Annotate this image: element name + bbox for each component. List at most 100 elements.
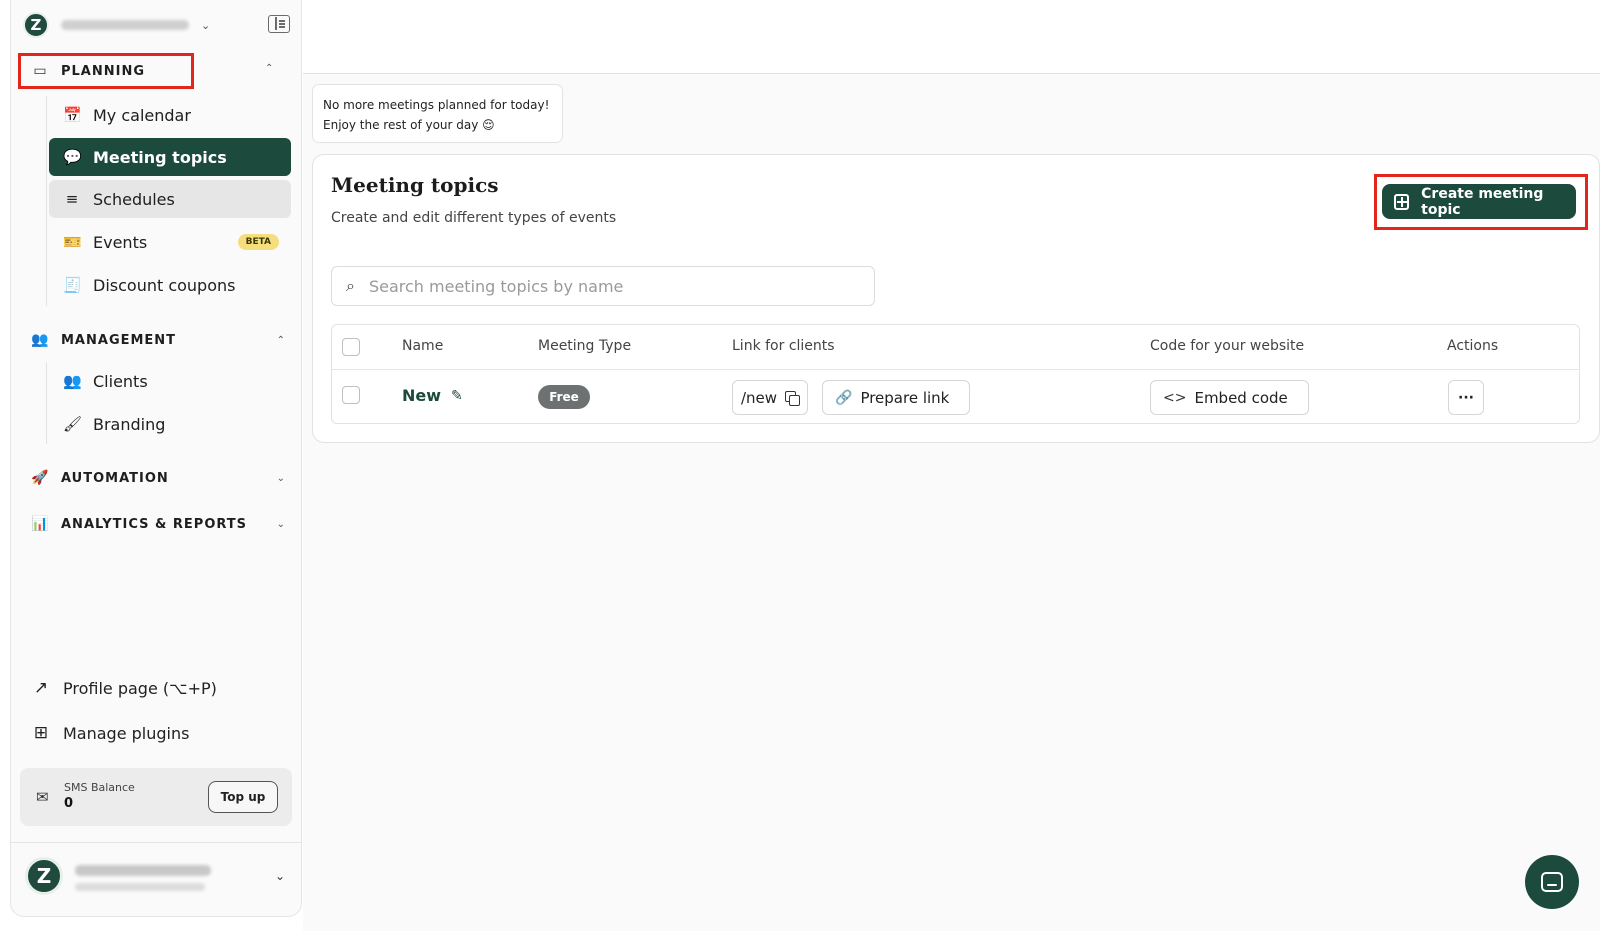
select-all-checkbox[interactable] [342, 338, 360, 356]
section-analytics-reports[interactable]: 📊 ANALYTICS & REPORTS ⌄ [21, 509, 293, 539]
chat-support-button[interactable] [1525, 855, 1579, 909]
top-bar [303, 0, 1600, 74]
manage-plugins-label: Manage plugins [63, 723, 190, 743]
coupon-icon: 🧾 [63, 276, 82, 294]
sidebar-item-meeting-topics[interactable]: 💬 Meeting topics [49, 138, 291, 176]
code-icon: <> [1163, 389, 1187, 406]
create-meeting-topic-button[interactable]: Create meeting topic [1382, 184, 1576, 219]
more-actions-button[interactable]: ··· [1448, 380, 1484, 415]
envelope-icon: ✉ [36, 788, 49, 806]
embed-code-label: Embed code [1194, 388, 1288, 407]
top-up-button[interactable]: Top up [208, 781, 278, 813]
calendar-icon: 📅 [63, 106, 82, 124]
sidebar-item-events[interactable]: 🎫 Events BETA [49, 223, 291, 261]
sms-balance-card: ✉ SMS Balance 0 Top up [20, 768, 292, 826]
section-planning-label: PLANNING [61, 63, 146, 79]
rocket-icon: 🚀 [31, 470, 49, 486]
chevron-down-icon: ⌄ [276, 472, 285, 484]
user-name-redacted [75, 865, 211, 876]
section-automation[interactable]: 🚀 AUTOMATION ⌄ [21, 463, 293, 493]
sidebar-item-branding[interactable]: 🖌 Branding [49, 405, 291, 443]
chevron-down-icon: ⌄ [274, 869, 285, 883]
toast-line-1: No more meetings planned for today! [323, 98, 550, 112]
list-icon: ≡ [65, 190, 79, 208]
chevron-down-icon: ⌄ [276, 518, 285, 530]
nav-tree-line [46, 362, 47, 444]
row-checkbox[interactable] [342, 386, 360, 404]
section-automation-label: AUTOMATION [61, 470, 169, 486]
chevron-up-icon[interactable]: ⌃ [265, 63, 273, 74]
sidebar-item-schedules[interactable]: ≡ Schedules [49, 180, 291, 218]
users-icon: 👥 [31, 332, 49, 348]
link-icon: 🔗 [835, 389, 853, 406]
copy-icon [785, 390, 801, 406]
meeting-topic-name-link[interactable]: New ✎ [402, 386, 463, 405]
sms-balance-title: SMS Balance [64, 781, 135, 794]
sidebar-toggle-icon[interactable] [268, 15, 290, 33]
meeting-type-badge: Free [538, 385, 590, 409]
column-header-link: Link for clients [732, 338, 835, 354]
toast-line-2: Enjoy the rest of your day 😌 [323, 118, 495, 132]
copy-link-button[interactable]: /new [732, 380, 809, 415]
embed-code-button[interactable]: <> Embed code [1150, 380, 1309, 415]
sms-balance-value: 0 [64, 796, 74, 811]
calendar-icon: ▭ [33, 63, 47, 79]
column-header-name: Name [402, 338, 444, 354]
meeting-topics-panel: Meeting topics Create and edit different… [312, 154, 1600, 443]
sidebar-item-label: Schedules [93, 189, 175, 209]
page-title: Meeting topics [331, 173, 499, 197]
search-input[interactable] [368, 276, 849, 296]
manage-plugins-link[interactable]: ⊞ Manage plugins [31, 718, 190, 748]
profile-page-label: Profile page (⌥+P) [63, 678, 217, 698]
chat-icon [1541, 872, 1563, 892]
sidebar-item-label: My calendar [93, 105, 191, 125]
add-square-icon [1394, 193, 1410, 210]
brush-icon: 🖌 [63, 415, 83, 433]
sidebar-item-my-calendar[interactable]: 📅 My calendar [49, 96, 291, 134]
external-link-icon: ↗ [33, 678, 49, 698]
ticket-icon: 🎫 [63, 233, 82, 251]
column-header-meeting-type: Meeting Type [538, 338, 632, 354]
chat-bubbles-icon: 💬 [63, 148, 82, 166]
page-subtitle: Create and edit different types of event… [331, 210, 617, 226]
prepare-link-label: Prepare link [860, 388, 950, 407]
section-analytics-label: ANALYTICS & REPORTS [61, 516, 248, 532]
search-icon: ⌕ [346, 276, 355, 295]
chevron-up-icon: ⌃ [276, 334, 285, 346]
brand-logo: Z [23, 12, 49, 38]
section-planning[interactable]: ▭ PLANNING [18, 53, 194, 89]
meeting-topics-table: Name Meeting Type Link for clients Code … [331, 324, 1580, 424]
profile-page-link[interactable]: ↗ Profile page (⌥+P) [31, 673, 217, 703]
edit-icon[interactable]: ✎ [451, 388, 463, 404]
prepare-link-button[interactable]: 🔗 Prepare link [822, 380, 971, 415]
section-management[interactable]: 👥 MANAGEMENT ⌃ [21, 325, 293, 355]
user-avatar: Z [25, 857, 63, 895]
sidebar-item-discount-coupons[interactable]: 🧾 Discount coupons [49, 266, 291, 304]
client-link-text: /new [741, 388, 778, 407]
chevron-down-icon: ⌄ [201, 18, 211, 32]
user-email-redacted [75, 883, 205, 891]
table-header: Name Meeting Type Link for clients Code … [332, 325, 1579, 370]
table-row: New ✎ Free /new 🔗 Prepare link <> Embed … [332, 370, 1579, 424]
workspace-switcher[interactable]: Z ⌄ [23, 12, 223, 38]
search-box: ⌕ [331, 266, 875, 306]
beta-badge: BETA [237, 234, 279, 250]
column-header-code: Code for your website [1150, 338, 1305, 354]
nav-tree-line [46, 96, 47, 306]
users-icon: 👥 [63, 372, 82, 390]
meeting-topic-name: New [402, 386, 442, 405]
user-account-menu[interactable]: Z ⌄ [11, 842, 301, 914]
plugins-icon: ⊞ [33, 723, 49, 743]
sidebar-item-label: Events [93, 232, 148, 252]
app-window: Z ⌄ ▭ PLANNING ⌃ 📅 My calendar 💬 Meeting… [0, 0, 1600, 931]
column-header-actions: Actions [1447, 338, 1499, 354]
sidebar-item-label: Branding [93, 414, 166, 434]
daily-summary-toast: No more meetings planned for today! Enjo… [312, 84, 563, 143]
sidebar-item-label: Meeting topics [93, 147, 227, 167]
sidebar-item-clients[interactable]: 👥 Clients [49, 362, 291, 400]
create-meeting-topic-label: Create meeting topic [1421, 185, 1544, 218]
sidebar: Z ⌄ ▭ PLANNING ⌃ 📅 My calendar 💬 Meeting… [10, 0, 302, 917]
section-management-label: MANAGEMENT [61, 332, 177, 348]
workspace-name-redacted [61, 20, 189, 30]
sidebar-item-label: Clients [93, 371, 148, 391]
